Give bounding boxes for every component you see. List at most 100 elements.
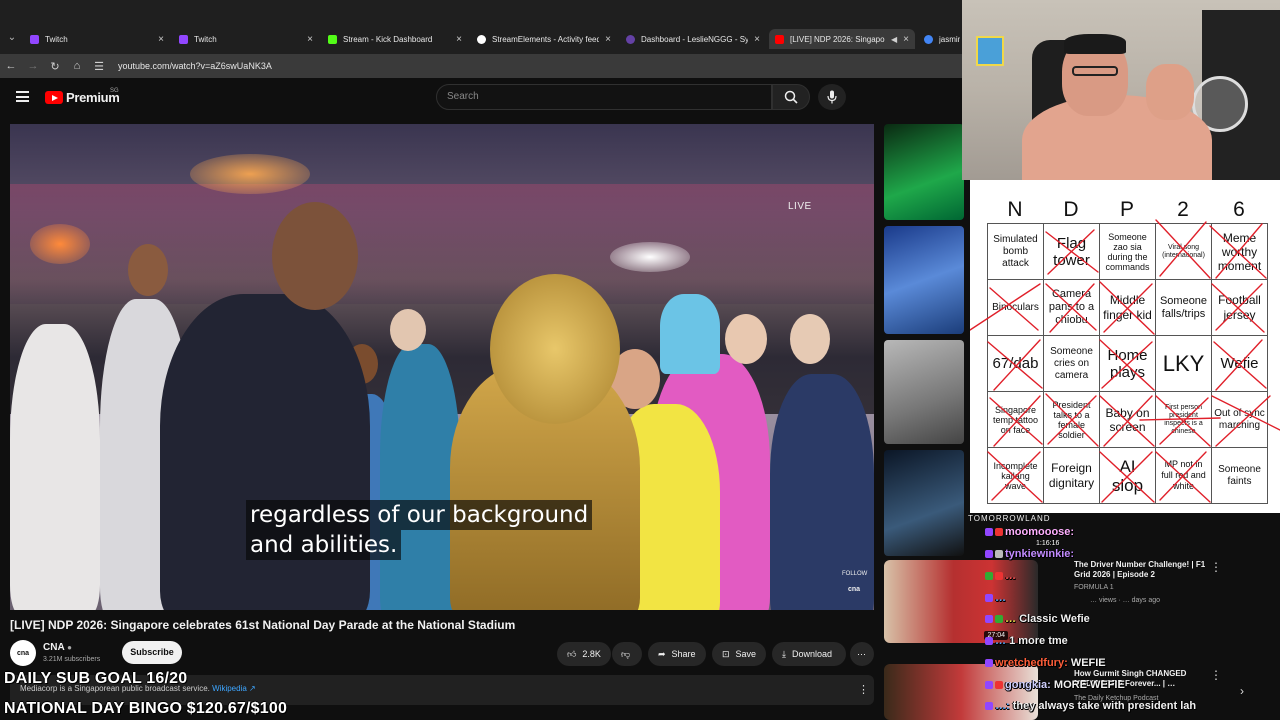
tab-title: Dashboard - LeslieNGGG - Syn [641, 34, 749, 44]
stage-light [30, 224, 90, 264]
description-menu-icon[interactable]: ⋮ [858, 683, 869, 696]
sub-badge-icon [985, 615, 993, 624]
close-tab-icon[interactable]: × [307, 34, 313, 45]
tab-search-icon[interactable]: ⌄ [4, 30, 20, 46]
chat-message: gongkia: MORE WEFIE [985, 679, 1125, 691]
search-input[interactable]: Search [436, 84, 772, 110]
youtube-header: Premium SG Search [0, 78, 962, 118]
more-actions-button[interactable]: ⋯ [850, 642, 874, 666]
stage-light [610, 242, 690, 272]
bingo-card: N D P 2 6 Simulated bomb attack Flag tow… [970, 180, 1280, 513]
video-player[interactable]: LIVE regardless of our background and ab… [10, 124, 874, 610]
chat-username: gongkia: [1005, 679, 1051, 691]
forward-arrow-icon[interactable]: → [22, 60, 44, 72]
tab-twitch-2[interactable]: Twitch × [173, 29, 319, 49]
download-button[interactable]: ⤓ Download [772, 642, 846, 666]
chat-username: … [1005, 570, 1016, 582]
channel-name-text: CNA [43, 642, 65, 653]
cross-mark [1045, 229, 1099, 275]
cross-mark [987, 451, 1043, 503]
chat-overlay: moomooose: tynkiewinkie: … … … Classic W… [985, 516, 1280, 720]
speaker-icon[interactable]: ◀ [891, 35, 897, 44]
url-field[interactable]: youtube.com/watch?v=aZ6swUaNK3A [118, 61, 272, 71]
dashboard-favicon-icon [626, 34, 635, 44]
crowd-head [390, 309, 426, 351]
sub-goal-overlay: DAILY SUB GOAL 16/20 [4, 670, 188, 687]
tab-kick-dashboard[interactable]: Stream - Kick Dashboard × [322, 29, 468, 49]
tab-twitch-1[interactable]: Twitch × [24, 29, 170, 49]
close-tab-icon[interactable]: × [754, 34, 760, 45]
live-badge: LIVE [788, 201, 812, 212]
close-tab-icon[interactable]: × [456, 34, 462, 45]
chat-text: Classic Wefie [1019, 613, 1090, 625]
subscribe-button[interactable]: Subscribe [122, 641, 182, 664]
dislike-button[interactable]: 👎︎ [612, 642, 642, 666]
close-tab-icon[interactable]: × [903, 34, 909, 45]
download-icon: ⤓ [782, 648, 786, 659]
channel-avatar[interactable]: cna [10, 640, 36, 666]
like-count: 2.8K [582, 649, 601, 659]
sub-badge-icon [985, 659, 993, 668]
sub-badge-icon [985, 681, 993, 690]
tab-youtube-ndp[interactable]: [LIVE] NDP 2026: Singapore ◀ × [769, 29, 915, 49]
sub-badge-icon [985, 594, 993, 603]
caption-line-2: and abilities. [246, 530, 402, 560]
share-label: Share [671, 649, 696, 659]
close-tab-icon[interactable]: × [158, 34, 164, 45]
cross-mark [1099, 451, 1155, 503]
save-label: Save [735, 649, 757, 659]
person-in-suit [160, 294, 370, 610]
tab-title: Twitch [45, 34, 68, 44]
sub-badge-icon [985, 528, 993, 537]
kick-favicon-icon [328, 34, 337, 44]
streamelements-favicon-icon [477, 34, 486, 44]
recommendation-thumbnail[interactable] [884, 124, 964, 220]
chat-text: 1 more tme [1009, 635, 1068, 647]
like-button[interactable]: 👍︎ 2.8K [557, 642, 611, 666]
chat-username: wretchedfury: [995, 657, 1068, 669]
sub-badge-icon [985, 637, 993, 646]
cross-mark [1211, 283, 1265, 333]
bingo-cross-marks [970, 219, 1280, 503]
cross-mark [1209, 223, 1267, 279]
crowd-head [790, 314, 830, 364]
home-icon[interactable]: ⌂ [66, 60, 88, 72]
download-label: Download [791, 649, 833, 659]
site-info-icon[interactable]: ☰ [88, 60, 110, 73]
recommendation-thumbnail[interactable] [884, 450, 964, 556]
sub-badge-icon [985, 550, 993, 559]
cross-mark [1213, 339, 1267, 391]
recommendation-thumbnail[interactable] [884, 340, 964, 444]
chat-message: … Classic Wefie [985, 613, 1090, 625]
golden-headdress [490, 274, 620, 424]
wikipedia-link[interactable]: Wikipedia ↗ [212, 684, 256, 693]
save-button[interactable]: ⊡ Save [712, 642, 766, 666]
channel-name[interactable]: CNA ● [43, 642, 72, 653]
address-bar: ← → ↻ ⌂ ☰ youtube.com/watch?v=aZ6swUaNK3… [0, 54, 962, 78]
tab-title: Stream - Kick Dashboard [343, 34, 433, 44]
menu-icon[interactable] [16, 91, 29, 102]
bookmark-icon: ⊡ [722, 648, 730, 659]
close-tab-icon[interactable]: × [605, 34, 611, 45]
video-title: [LIVE] NDP 2026: Singapore celebrates 61… [10, 618, 516, 632]
reload-icon[interactable]: ↻ [44, 60, 66, 73]
streamer-hair [1064, 34, 1126, 54]
youtube-logo[interactable]: Premium [45, 90, 120, 105]
recommendation-thumbnail[interactable] [884, 226, 964, 334]
search-button[interactable] [772, 84, 810, 110]
voice-search-button[interactable] [818, 84, 846, 110]
back-arrow-icon[interactable]: ← [0, 60, 22, 72]
microphone-icon [827, 90, 837, 104]
tab-streamelements[interactable]: StreamElements - Activity feed × [471, 29, 617, 49]
region-label: SG [110, 88, 119, 94]
tab-dashboard[interactable]: Dashboard - LeslieNGGG - Syn × [620, 29, 766, 49]
vip-badge-icon [995, 615, 1003, 624]
cross-mark [1139, 395, 1221, 447]
streamer-hand [1146, 64, 1194, 120]
share-button[interactable]: ➦ Share [648, 642, 706, 666]
crowd-person [380, 344, 460, 610]
tab-jasmine[interactable]: jasmine [918, 29, 966, 49]
chat-message: … 1 more tme [985, 635, 1068, 647]
chat-message: moomooose: [985, 526, 1074, 538]
webcam-wall-poster [976, 36, 1004, 66]
